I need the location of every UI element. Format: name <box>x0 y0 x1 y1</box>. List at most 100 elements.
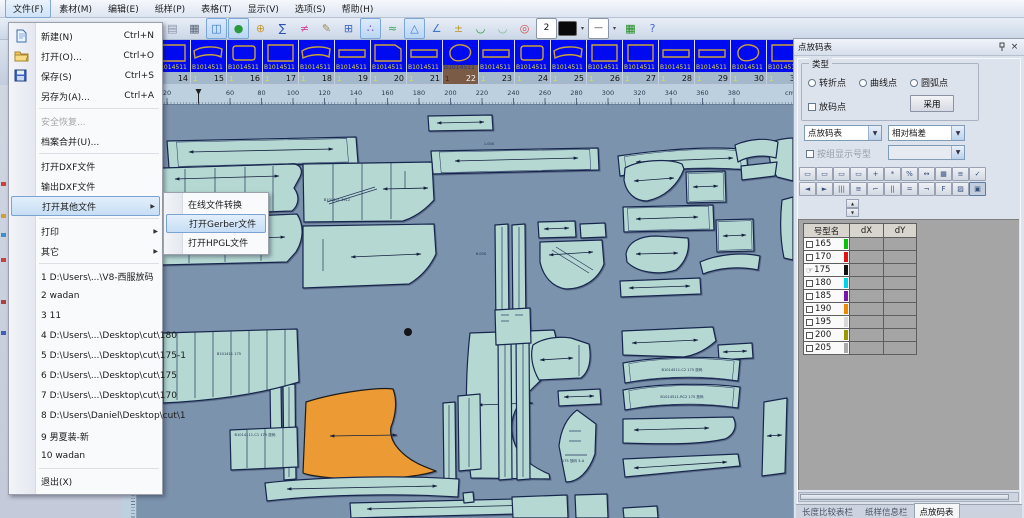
film-icon[interactable]: ▦ <box>620 18 641 39</box>
grading-tool-0-8[interactable]: ▦ <box>935 167 952 181</box>
lock-gear-icon[interactable]: ⊕ <box>250 18 271 39</box>
linestyle-dropdown[interactable]: ▾ <box>610 18 619 39</box>
strip-cell-23[interactable]: 123B1014511 <box>479 40 514 84</box>
cell-dx-205[interactable] <box>850 342 884 355</box>
spinner[interactable]: ▲▼ <box>846 199 859 217</box>
strip-cell-21[interactable]: 121B1014511 <box>407 40 442 84</box>
flowchart-icon[interactable]: ⊞ <box>338 18 359 39</box>
measure-icon[interactable]: ∠ <box>426 18 447 39</box>
grid-icon[interactable]: ▦ <box>184 18 205 39</box>
table-row[interactable]: 185 <box>804 290 917 303</box>
menubar-item-3[interactable]: 纸样(P) <box>147 0 193 18</box>
line-width-box[interactable]: 2 <box>536 18 557 39</box>
piece-small-rect-2[interactable] <box>580 223 606 238</box>
radio-dot[interactable] <box>910 79 918 87</box>
cell-dy-165[interactable] <box>884 238 917 251</box>
radio-dot[interactable] <box>859 79 867 87</box>
size-cell-175[interactable]: ☞175 <box>804 264 850 277</box>
radio-圆弧点[interactable]: 圆弧点 <box>910 76 948 89</box>
swatch-dropdown[interactable]: ▾ <box>578 18 587 39</box>
submenu-item-online-convert[interactable]: 在线文件转换 <box>164 195 268 214</box>
plotter-icon[interactable]: ▤ <box>162 18 183 39</box>
size-cell-170[interactable]: 170 <box>804 251 850 264</box>
work-window-icon[interactable]: ◫ <box>206 18 227 39</box>
strip-cell-17[interactable]: 117B1014511 <box>263 40 298 84</box>
menubar-item-7[interactable]: 帮助(H) <box>334 0 382 18</box>
curve-u1-icon[interactable]: ◡ <box>470 18 491 39</box>
cell-dy-190[interactable] <box>884 303 917 316</box>
table-row[interactable]: 165 <box>804 238 917 251</box>
menu-item-out-dxf[interactable]: 输出DXF文件 <box>9 176 162 196</box>
grading-tool-0-6[interactable]: % <box>901 167 918 181</box>
size-checkbox[interactable] <box>806 332 813 339</box>
cell-dx-175[interactable] <box>850 264 884 277</box>
grading-tool-1-0[interactable]: ◄ <box>799 182 816 196</box>
grading-tool-1-3[interactable]: ≡ <box>850 182 867 196</box>
cell-dy-175[interactable] <box>884 264 917 277</box>
piece-blob-1[interactable] <box>626 236 689 273</box>
cell-dx-200[interactable] <box>850 329 884 342</box>
piece-band-small-2[interactable] <box>558 389 601 406</box>
menu-item-other[interactable]: 其它▶ <box>9 241 162 261</box>
strip-cell-25[interactable]: 125B1014511 <box>551 40 586 84</box>
cell-dy-205[interactable] <box>884 342 917 355</box>
menu-item-recent5[interactable]: 5 D:\Users\...\Desktop\cut\175-1 <box>9 346 162 366</box>
menu-item-saveas[interactable]: 另存为(A)...Ctrl+A <box>9 86 162 106</box>
grading-tool-0-7[interactable]: ↔ <box>918 167 935 181</box>
strip-cell-26[interactable]: 126B1014511 <box>587 40 622 84</box>
pin-icon[interactable] <box>996 42 1007 53</box>
grading-tool-0-0[interactable]: ▭ <box>799 167 816 181</box>
size-checkbox[interactable] <box>806 306 813 313</box>
menu-item-merge[interactable]: 档案合并(U)... <box>9 131 162 151</box>
menubar-item-0[interactable]: 文件(F) <box>5 0 51 18</box>
grade-chart-icon[interactable]: ∴ <box>360 18 381 39</box>
cell-dx-185[interactable] <box>850 290 884 303</box>
menubar-item-2[interactable]: 编辑(E) <box>100 0 147 18</box>
size-checkbox[interactable] <box>806 280 813 287</box>
close-icon[interactable]: × <box>1009 42 1020 53</box>
grading-tool-1-5[interactable]: || <box>884 182 901 196</box>
panel-hscrollbar[interactable] <box>798 492 1019 502</box>
checkbox-box[interactable] <box>808 103 816 111</box>
menubar-item-6[interactable]: 选项(S) <box>287 0 334 18</box>
size-cell-200[interactable]: 200 <box>804 329 850 342</box>
cell-dx-190[interactable] <box>850 303 884 316</box>
strip-cell-24[interactable]: 124B1014511 <box>515 40 550 84</box>
submenu-item-open-hpgl[interactable]: 打开HPGL文件 <box>164 233 268 252</box>
help-cursor-icon[interactable]: ? <box>642 18 663 39</box>
grading-tool-1-7[interactable]: ¬ <box>918 182 935 196</box>
strip-cell-29[interactable]: 129B1014511 <box>695 40 730 84</box>
grading-tool-0-1[interactable]: ▭ <box>816 167 833 181</box>
menu-item-recent4[interactable]: 4 D:\Users\...\Desktop\cut\180 <box>9 326 162 346</box>
menu-item-recent9[interactable]: 9 男夏装-新 <box>9 426 162 446</box>
apply-button[interactable]: 采用 <box>910 95 954 112</box>
cell-dy-185[interactable] <box>884 290 917 303</box>
piece-square-1[interactable] <box>686 171 726 203</box>
table-row[interactable]: 200 <box>804 329 917 342</box>
piece-small-rect-1[interactable] <box>538 221 576 238</box>
adjust-lines-icon[interactable]: ≠ <box>294 18 315 39</box>
pattern-canvas[interactable]: B101411 175B101451 3912B1014111-C1 175 放… <box>137 105 793 518</box>
grading-tool-0-4[interactable]: + <box>867 167 884 181</box>
scroll-thumb[interactable] <box>800 494 1009 500</box>
table-row[interactable]: 170 <box>804 251 917 264</box>
cell-dy-195[interactable] <box>884 316 917 329</box>
strip-cell-22[interactable]: 122B1014511 <box>443 40 478 84</box>
strip-cell-15[interactable]: 115B1014511 <box>191 40 226 84</box>
piece-band-r4[interactable] <box>623 417 735 444</box>
strip-cell-19[interactable]: 119B1014511 <box>335 40 370 84</box>
menu-item-recent6[interactable]: 6 D:\Users\...\Desktop\cut\175 <box>9 366 162 386</box>
menu-item-open-dxf[interactable]: 打开DXF文件 <box>9 156 162 176</box>
size-checkbox[interactable] <box>806 241 813 248</box>
grading-tool-0-2[interactable]: ▭ <box>833 167 850 181</box>
panel-tab-2[interactable]: 点放码表 <box>914 503 960 518</box>
cell-dy-170[interactable] <box>884 251 917 264</box>
table-row[interactable]: 205 <box>804 342 917 355</box>
menu-item-recent7[interactable]: 7 D:\Users\...\Desktop\cut\170 <box>9 386 162 406</box>
cell-dy-180[interactable] <box>884 277 917 290</box>
size-cell-165[interactable]: 165 <box>804 238 850 251</box>
piece-clip-right-1[interactable] <box>781 197 793 260</box>
grading-tool-0-3[interactable]: ▭ <box>850 167 867 181</box>
menu-item-recover[interactable]: 安全恢复... <box>9 111 162 131</box>
size-cell-185[interactable]: 185 <box>804 290 850 303</box>
